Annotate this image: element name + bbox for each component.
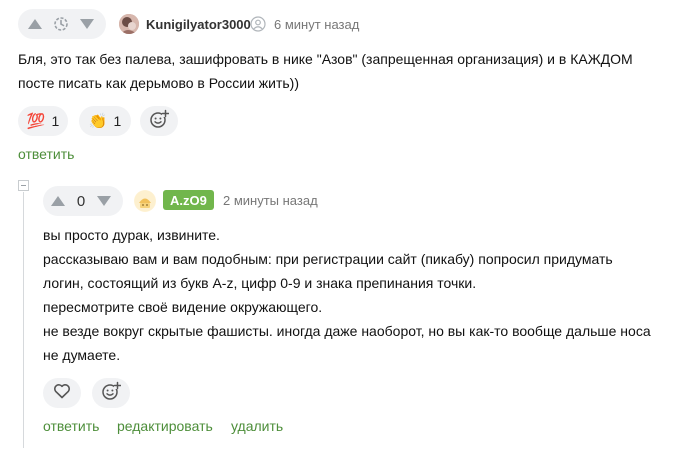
comment1-username[interactable]: Kunigilyator3000 [146,17,251,32]
comment2-body: вы просто дурак, извините. рассказываю в… [43,223,673,367]
heart-icon [53,383,71,404]
add-reaction-button[interactable] [140,106,178,136]
comment2-line: пересмотрите своё видение окружающего. [43,299,323,315]
add-reaction-button[interactable] [92,378,130,408]
comment2-username: A.zO9 [170,192,207,208]
comment2-line: рассказываю вам и вам подобным: при реги… [43,251,613,267]
comment1-line: Бля, это так без палева, зашифровать в н… [18,51,633,67]
comment1-vote-controls [18,9,106,39]
hundred-icon: 💯 [26,112,46,130]
reaction-hundred-button[interactable]: 💯 1 [18,106,68,136]
comment1-avatar[interactable] [119,14,139,34]
reaction-clapping-button[interactable]: 👏 1 [79,106,131,136]
comment2-edit-link[interactable]: редактировать [117,418,213,434]
comment1-body: Бля, это так без палева, зашифровать в н… [18,47,668,95]
like-button[interactable] [43,378,81,408]
comment2-line: логин, состоящий из букв A-z, цифр 0-9 и… [43,275,477,291]
add-emoji-icon [149,109,170,134]
comment2-delete-link[interactable]: удалить [231,418,283,434]
thread-line[interactable] [23,192,24,448]
downvote-arrow-icon[interactable] [74,9,100,39]
upvote-arrow-icon[interactable] [45,186,71,216]
comment1-reply-link[interactable]: ответить [18,146,74,162]
comment1-line: посте писать как дерьмово в России жить)… [18,75,299,91]
comment2-vote-controls: 0 [43,186,123,216]
collapse-thread-button[interactable] [18,180,29,191]
comment2-username-badge[interactable]: A.zO9 [163,190,214,210]
reaction-count: 1 [51,113,60,129]
clapping-hands-icon: 👏 [88,112,108,130]
reaction-count: 1 [113,113,122,129]
comment2-line: не думаете. [43,347,121,363]
downvote-arrow-icon[interactable] [91,186,117,216]
comment2-reply-link[interactable]: ответить [43,418,99,434]
upvote-arrow-icon[interactable] [22,9,48,39]
add-emoji-icon [101,381,122,406]
comment2-timestamp[interactable]: 2 минуты назад [223,193,318,208]
comment2-avatar[interactable] [134,190,156,212]
rating-hidden-clock-icon [48,9,74,39]
comment2-rating: 0 [76,192,86,210]
comment1-timestamp[interactable]: 6 минут назад [274,17,359,32]
comment2-line: не везде вокруг скрытые фашисты. иногда … [43,323,651,339]
user-profile-icon[interactable] [250,16,266,37]
comment2-line: вы просто дурак, извините. [43,227,220,243]
